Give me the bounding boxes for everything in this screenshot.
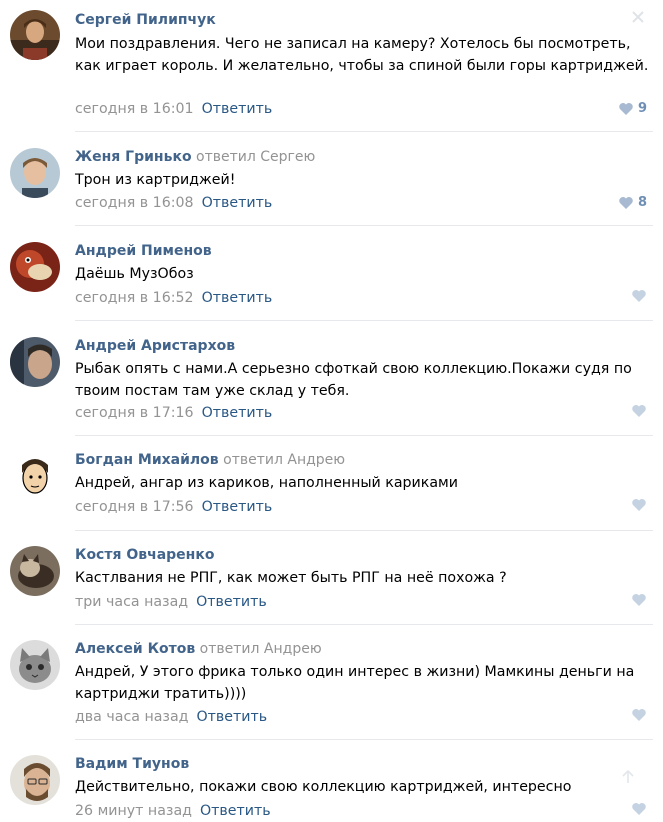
comment-time[interactable]: сегодня в 16:52	[75, 290, 194, 306]
avatar[interactable]	[10, 148, 60, 198]
heart-icon	[632, 405, 646, 417]
comment-meta: сегодня в 17:16 Ответить	[75, 404, 272, 422]
reply-button[interactable]: Ответить	[202, 405, 273, 421]
author-line: Костя Овчаренко	[75, 546, 214, 564]
avatar[interactable]	[10, 640, 60, 690]
author-name[interactable]: Андрей Аристархов	[75, 338, 235, 354]
divider	[75, 225, 653, 226]
author-name[interactable]: Алексей Котов	[75, 641, 195, 657]
comment-text: Трон из картриджей!	[75, 172, 236, 188]
comment-meta: сегодня в 16:52 Ответить	[75, 289, 272, 307]
author-line: Алексей Котов ответил Андрею	[75, 640, 322, 658]
avatar[interactable]	[10, 242, 60, 292]
comment-meta: три часа назад Ответить	[75, 593, 267, 611]
comment-text: Даёшь МузОбоз	[75, 266, 194, 282]
divider	[75, 435, 653, 436]
divider	[75, 739, 653, 740]
author-name[interactable]: Богдан Михайлов	[75, 452, 219, 468]
comment-text: Рыбак опять с нами.А серьезно сфоткай св…	[75, 361, 632, 399]
comment-text: Андрей, У этого фрика только один интере…	[75, 664, 635, 702]
like-button[interactable]	[631, 404, 647, 418]
avatar[interactable]	[10, 755, 60, 805]
comment-text: Действительно, покажи свою коллекцию кар…	[75, 779, 572, 795]
heart-icon	[632, 594, 646, 606]
like-count: 8	[637, 195, 647, 210]
like-button[interactable]	[631, 498, 647, 512]
avatar[interactable]	[10, 337, 60, 387]
reply-button[interactable]: Ответить	[196, 594, 267, 610]
heart-icon	[632, 709, 646, 721]
comment-time[interactable]: 26 минут назад	[75, 803, 192, 819]
reply-button[interactable]: Ответить	[202, 499, 273, 515]
heart-icon	[632, 803, 646, 815]
divider	[75, 530, 653, 531]
reply-button[interactable]: Ответить	[202, 101, 273, 117]
comment-time[interactable]: сегодня в 17:56	[75, 499, 194, 515]
comment-meta: сегодня в 17:56 Ответить	[75, 498, 272, 516]
comment-text: Кастлвания не РПГ, как может быть РПГ на…	[75, 570, 507, 586]
author-name[interactable]: Андрей Пименов	[75, 243, 212, 259]
like-button[interactable]	[631, 289, 647, 303]
reply-button[interactable]: Ответить	[202, 195, 273, 211]
author-line: Женя Гринько ответил Сергею	[75, 148, 315, 166]
reply-button[interactable]: Ответить	[196, 709, 267, 725]
comment-time[interactable]: сегодня в 16:08	[75, 195, 194, 211]
avatar[interactable]	[10, 546, 60, 596]
avatar[interactable]	[10, 451, 60, 501]
author-line: Андрей Пименов	[75, 242, 212, 260]
replied-to[interactable]: ответил Андрею	[223, 452, 345, 468]
like-button[interactable]	[631, 593, 647, 607]
author-name[interactable]: Сергей Пилипчук	[75, 12, 216, 28]
author-line: Вадим Тиунов	[75, 755, 189, 773]
author-line: Богдан Михайлов ответил Андрею	[75, 451, 345, 469]
author-name[interactable]: Костя Овчаренко	[75, 547, 214, 563]
comment-meta: 26 минут назад Ответить	[75, 802, 271, 820]
author-name[interactable]: Вадим Тиунов	[75, 756, 189, 772]
comment-time[interactable]: два часа назад	[75, 709, 188, 725]
comment-meta: два часа назад Ответить	[75, 708, 267, 726]
comment-time[interactable]: сегодня в 16:01	[75, 101, 194, 117]
comment-meta: сегодня в 16:08 Ответить	[75, 194, 272, 212]
like-count: 9	[637, 101, 647, 116]
reply-button[interactable]: Ответить	[200, 803, 271, 819]
heart-icon	[632, 290, 646, 302]
author-line: Андрей Аристархов	[75, 337, 235, 355]
divider	[75, 320, 653, 321]
close-icon[interactable]	[631, 10, 645, 24]
like-button[interactable]	[631, 802, 647, 816]
heart-icon	[619, 197, 633, 209]
author-name[interactable]: Женя Гринько	[75, 149, 192, 165]
replied-to[interactable]: ответил Сергею	[196, 149, 315, 165]
author-line: Сергей Пилипчук	[75, 11, 216, 29]
like-button[interactable]	[631, 708, 647, 722]
comment-text: Мои поздравления. Чего не записал на кам…	[75, 36, 649, 74]
divider	[75, 624, 653, 625]
comment-meta: сегодня в 16:01 Ответить	[75, 100, 272, 118]
like-button[interactable]: 9	[618, 100, 647, 118]
avatar[interactable]	[10, 10, 60, 60]
comment-time[interactable]: три часа назад	[75, 594, 188, 610]
heart-icon	[632, 499, 646, 511]
comment-time[interactable]: сегодня в 17:16	[75, 405, 194, 421]
arrow-up-icon[interactable]	[621, 770, 635, 784]
like-button[interactable]: 8	[618, 194, 647, 212]
reply-button[interactable]: Ответить	[202, 290, 273, 306]
divider	[75, 131, 653, 132]
comment-text: Андрей, ангар из кариков, наполненный ка…	[75, 475, 458, 491]
replied-to[interactable]: ответил Андрею	[200, 641, 322, 657]
heart-icon	[619, 103, 633, 115]
